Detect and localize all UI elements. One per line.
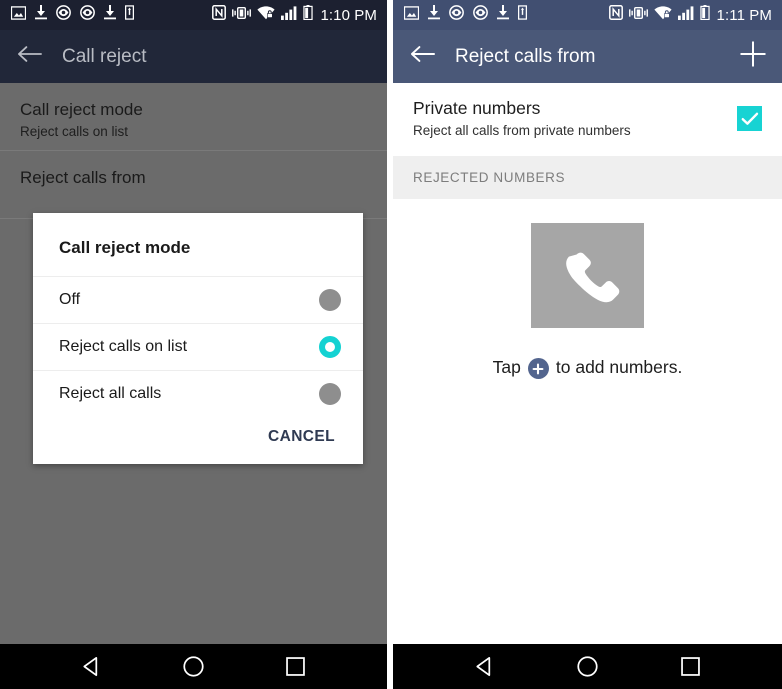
eye-circle-icon bbox=[449, 5, 464, 25]
empty-state-text-before: Tap bbox=[492, 357, 521, 377]
plus-circle-icon bbox=[527, 358, 549, 379]
home-circle-icon[interactable] bbox=[558, 654, 618, 679]
back-arrow-icon[interactable] bbox=[17, 45, 42, 68]
plus-icon bbox=[738, 39, 768, 74]
signal-bars-icon bbox=[677, 5, 694, 25]
call-reject-settings-list: Call reject mode Reject calls on list Re… bbox=[0, 83, 387, 644]
page-title: Reject calls from bbox=[455, 45, 596, 67]
left-status-bar-notification-icons bbox=[10, 5, 135, 25]
empty-state-text-after: to add numbers. bbox=[555, 357, 683, 377]
recents-square-icon[interactable] bbox=[266, 654, 326, 679]
dialog-option-reject-all-calls[interactable]: Reject all calls bbox=[33, 370, 363, 417]
preference-title: Reject calls from bbox=[20, 168, 146, 187]
dialog-option-off[interactable]: Off bbox=[33, 276, 363, 323]
left-app-bar: Call reject bbox=[0, 30, 387, 83]
preference-reject-calls-from[interactable]: Reject calls from bbox=[0, 151, 387, 218]
back-triangle-icon[interactable] bbox=[455, 654, 515, 679]
preference-call-reject-mode[interactable]: Call reject mode Reject calls on list bbox=[0, 83, 387, 150]
right-phone-screen: 1:11 PM Reject calls from Private number… bbox=[393, 0, 782, 689]
back-triangle-icon[interactable] bbox=[61, 654, 121, 679]
eye-circle-icon bbox=[80, 5, 95, 25]
signal-bars-icon bbox=[281, 5, 297, 25]
eye-circle-icon bbox=[473, 5, 488, 25]
dialog-title: Call reject mode bbox=[59, 238, 191, 257]
download-icon bbox=[104, 5, 116, 25]
preference-title: Call reject mode bbox=[20, 100, 143, 119]
home-circle-icon[interactable] bbox=[163, 654, 223, 679]
add-number-button[interactable] bbox=[738, 39, 768, 74]
right-status-bar-system-icons: 1:11 PM bbox=[608, 5, 772, 25]
wifi-secure-icon bbox=[653, 5, 672, 25]
download-icon bbox=[428, 5, 440, 25]
vibrate-icon bbox=[628, 6, 648, 25]
image-icon bbox=[403, 5, 420, 25]
private-numbers-texts: Private numbers Reject all calls from pr… bbox=[413, 97, 631, 140]
phone-handset-icon bbox=[531, 223, 644, 328]
rejected-numbers-section-header: REJECTED NUMBERS bbox=[393, 156, 782, 199]
page-title: Call reject bbox=[62, 45, 147, 67]
right-status-bar-notification-icons bbox=[403, 5, 528, 25]
cancel-button[interactable]: CANCEL bbox=[262, 427, 341, 447]
radio-button-off[interactable] bbox=[319, 289, 341, 311]
left-status-bar-system-icons: 1:10 PM bbox=[212, 5, 377, 25]
dialog-option-label: Off bbox=[59, 291, 81, 308]
right-status-bar: 1:11 PM bbox=[393, 0, 782, 30]
dialog-action-bar: CANCEL bbox=[33, 417, 363, 464]
right-status-bar-clock: 1:11 PM bbox=[716, 6, 772, 24]
recents-square-icon[interactable] bbox=[661, 654, 721, 679]
left-navigation-bar bbox=[0, 644, 387, 689]
call-reject-mode-dialog: Call reject mode Off Reject calls on lis… bbox=[33, 213, 363, 464]
right-app-bar: Reject calls from bbox=[393, 30, 782, 83]
usb-icon bbox=[124, 5, 135, 25]
private-numbers-checkbox[interactable] bbox=[737, 106, 762, 131]
private-numbers-title: Private numbers bbox=[413, 98, 541, 118]
eye-circle-icon bbox=[56, 5, 71, 25]
battery-icon bbox=[699, 5, 710, 25]
private-numbers-summary: Reject all calls from private numbers bbox=[413, 123, 631, 138]
download-icon bbox=[497, 5, 509, 25]
preference-summary: Reject calls on list bbox=[20, 124, 129, 139]
dialog-option-label: Reject calls on list bbox=[59, 338, 188, 355]
reject-calls-from-content: Private numbers Reject all calls from pr… bbox=[393, 83, 782, 644]
usb-icon bbox=[517, 5, 528, 25]
right-navigation-bar bbox=[393, 644, 782, 689]
nfc-icon bbox=[212, 5, 227, 25]
radio-button-reject-all-calls[interactable] bbox=[319, 383, 341, 405]
wifi-secure-icon bbox=[257, 5, 276, 25]
private-numbers-row[interactable]: Private numbers Reject all calls from pr… bbox=[393, 83, 782, 156]
empty-state: Tap to add numbers. bbox=[393, 223, 782, 379]
back-arrow-icon[interactable] bbox=[410, 45, 435, 68]
dual-screenshot-container: 1:10 PM Call reject Call reject mode Rej… bbox=[0, 0, 782, 689]
nfc-icon bbox=[608, 5, 623, 25]
radio-button-reject-calls-on-list-selected[interactable] bbox=[319, 336, 341, 358]
left-phone-screen: 1:10 PM Call reject Call reject mode Rej… bbox=[0, 0, 387, 689]
download-icon bbox=[35, 5, 47, 25]
left-status-bar: 1:10 PM bbox=[0, 0, 387, 30]
vibrate-icon bbox=[232, 6, 252, 25]
check-icon bbox=[741, 112, 758, 125]
image-icon bbox=[10, 5, 27, 25]
section-header-label: REJECTED NUMBERS bbox=[413, 170, 566, 185]
dialog-option-reject-calls-on-list[interactable]: Reject calls on list bbox=[33, 323, 363, 370]
battery-icon bbox=[303, 5, 314, 25]
dialog-option-label: Reject all calls bbox=[59, 385, 162, 402]
empty-state-text: Tap to add numbers. bbox=[492, 357, 683, 379]
left-status-bar-clock: 1:10 PM bbox=[320, 6, 377, 24]
